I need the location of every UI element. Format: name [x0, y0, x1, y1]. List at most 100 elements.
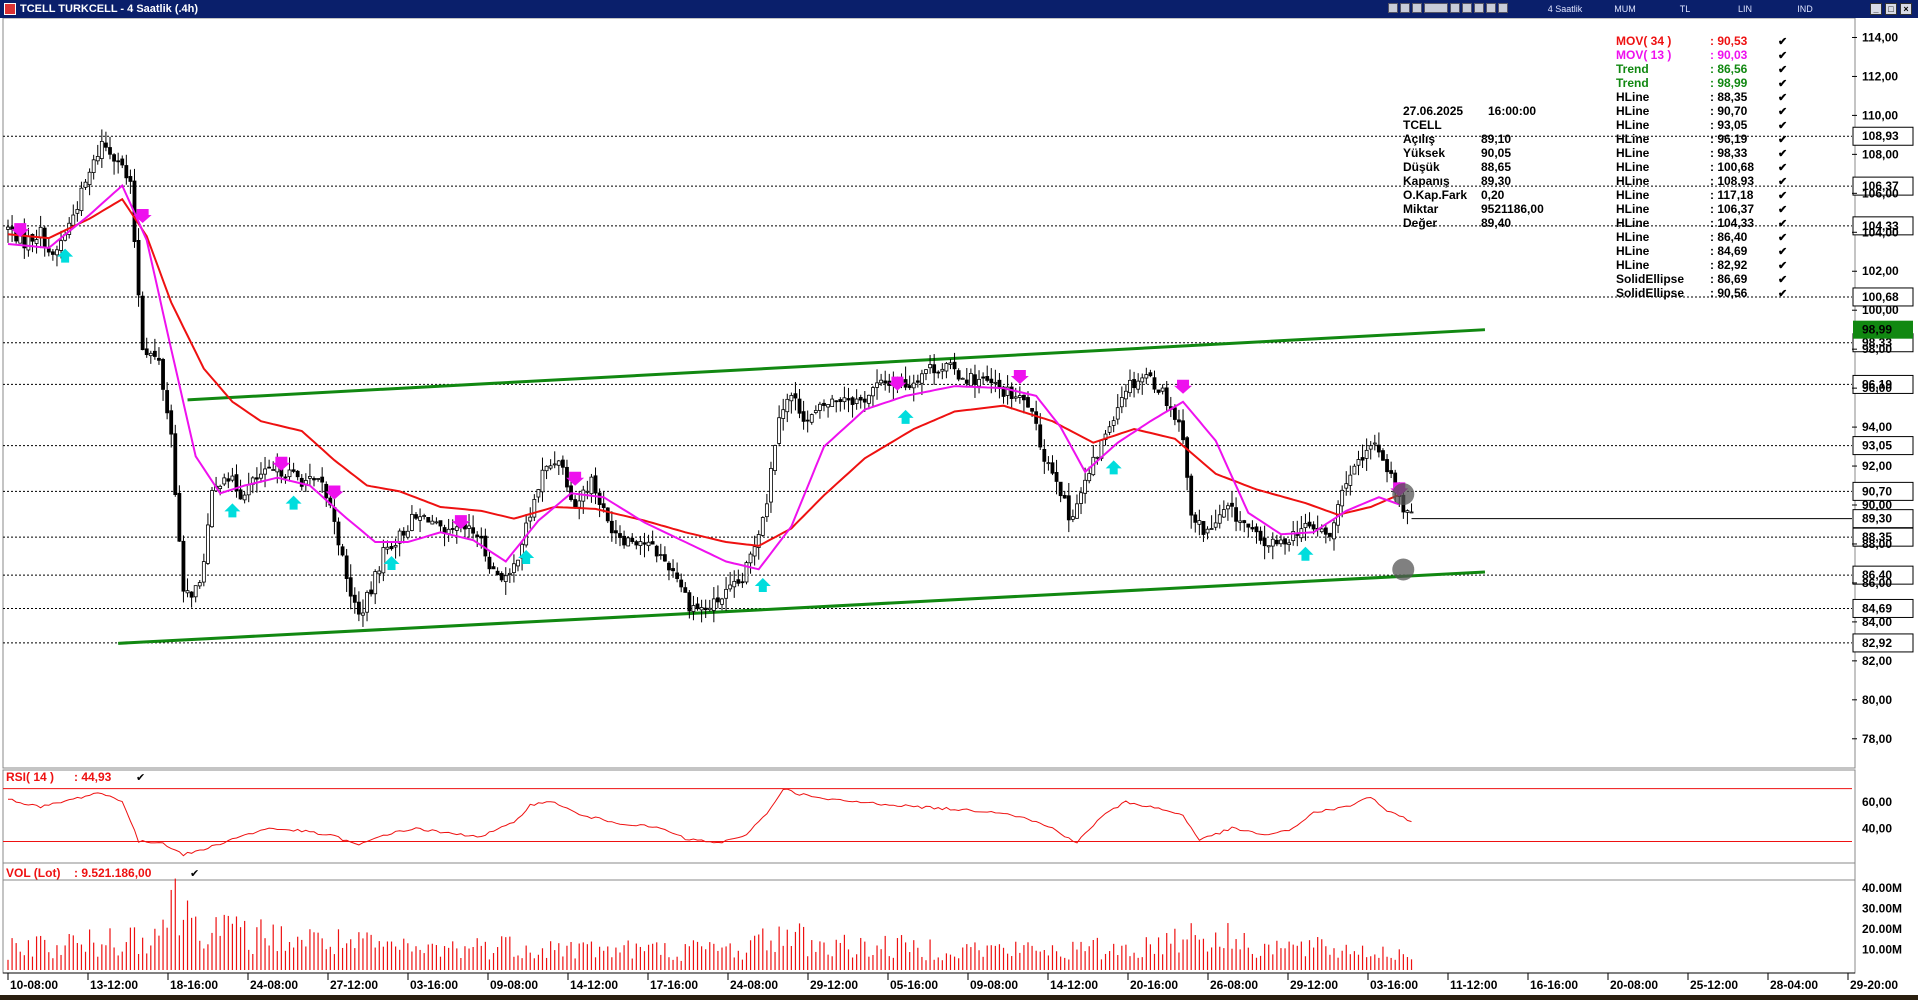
candle-body: [928, 364, 932, 369]
candle-body: [703, 607, 708, 611]
time-tick-label: 24-08:00: [250, 978, 298, 992]
legend-check-icon: ✔: [1778, 176, 1787, 188]
candle-body: [491, 566, 496, 570]
candle-body: [560, 459, 565, 468]
toolbar-button-icon[interactable]: [1388, 3, 1398, 13]
candle-body: [528, 516, 533, 522]
maximize-icon[interactable]: □: [1885, 3, 1897, 15]
candle-body: [238, 489, 243, 500]
toolbar-button-icon[interactable]: [1412, 3, 1422, 13]
candle-body: [1172, 407, 1177, 420]
legend-label: HLine: [1616, 90, 1650, 104]
period-selector[interactable]: 4 Saatlik: [1535, 0, 1595, 18]
toolbar-button-icon[interactable]: [1462, 3, 1472, 13]
candle-body: [977, 378, 981, 387]
minimize-icon[interactable]: _: [1870, 3, 1882, 15]
rsi-check-icon[interactable]: ✔: [136, 772, 145, 784]
price-tick-label: 84,00: [1862, 615, 1892, 629]
candle-body: [813, 410, 818, 413]
candle-body: [1230, 502, 1234, 507]
candle-body: [679, 579, 684, 588]
toolbar-button-icon[interactable]: [1486, 3, 1496, 13]
candle-body: [1246, 523, 1251, 528]
candle-body: [181, 540, 186, 592]
volume-value: : 9.521.186,00: [74, 866, 152, 880]
candle-body: [1197, 520, 1202, 525]
candle-body: [189, 591, 194, 598]
legend-label: HLine: [1616, 146, 1650, 160]
candle-body: [1221, 509, 1226, 518]
legend-label: HLine: [1616, 132, 1650, 146]
candle-body: [487, 556, 492, 570]
legend-value: : 100,68: [1710, 160, 1754, 174]
candle-body: [544, 465, 549, 472]
candle-body: [609, 520, 614, 534]
candle-body: [1364, 449, 1369, 459]
chart-type-selector[interactable]: MUM: [1595, 0, 1655, 18]
toolbar-button-icon[interactable]: [1400, 3, 1410, 13]
time-tick-label: 24-08:00: [730, 978, 778, 992]
legend-label: HLine: [1616, 174, 1650, 188]
volume-tick-label: 10.00M: [1862, 943, 1902, 957]
toolbar-button-icon[interactable]: [1450, 3, 1460, 13]
toolbar-button-icon[interactable]: [1498, 3, 1508, 13]
time-tick-label: 17-16:00: [650, 978, 698, 992]
hline-label: 84,69: [1862, 601, 1892, 615]
candle-body: [915, 380, 920, 383]
indicator-selector[interactable]: IND: [1775, 0, 1835, 18]
candle-body: [369, 589, 374, 595]
candle-body: [83, 181, 88, 188]
info-value-value: 89,40: [1481, 216, 1511, 230]
time-tick-label: 18-16:00: [170, 978, 218, 992]
candle-body: [438, 520, 443, 527]
symbol-field[interactable]: [1424, 3, 1448, 13]
candle-body: [842, 397, 847, 403]
candle-body: [997, 379, 1002, 388]
currency-selector[interactable]: TL: [1655, 0, 1715, 18]
candle-body: [1205, 528, 1210, 534]
candle-body: [1132, 379, 1136, 389]
scale-selector[interactable]: LIN: [1715, 0, 1775, 18]
candle-body: [1323, 527, 1328, 535]
legend-check-icon: ✔: [1778, 78, 1787, 90]
candle-body: [736, 579, 741, 584]
price-tick-label: 78,00: [1862, 732, 1892, 746]
candle-body: [989, 378, 994, 384]
legend-value: : 90,56: [1710, 286, 1748, 300]
hline-label: 108,93: [1862, 129, 1899, 143]
candle-body: [556, 460, 561, 466]
volume-check-icon[interactable]: ✔: [190, 868, 199, 880]
candle-body: [165, 390, 170, 414]
chart-canvas[interactable]: 108,93106,37104,33100,6898,3396,1993,059…: [0, 18, 1918, 995]
candle-body: [671, 568, 675, 572]
candle-body: [340, 546, 345, 556]
candle-body: [226, 478, 231, 482]
candle-body: [573, 499, 578, 508]
candle-body: [711, 598, 716, 611]
candle-body: [112, 154, 116, 162]
candle-body: [1009, 386, 1014, 399]
close-icon[interactable]: ×: [1900, 3, 1912, 15]
candle-body: [10, 226, 14, 230]
time-tick-label: 29-12:00: [1290, 978, 1338, 992]
legend-value: : 98,33: [1710, 146, 1748, 160]
info-label-change: O.Kap.Fark: [1403, 188, 1467, 202]
price-tick-label: 96,00: [1862, 381, 1892, 395]
volume-tick-label: 20.00M: [1862, 922, 1902, 936]
candle-body: [344, 555, 349, 579]
candle-body: [356, 601, 361, 615]
candle-body: [1279, 539, 1283, 545]
candle-body: [879, 379, 884, 384]
candle-body: [801, 411, 806, 422]
candle-body: [259, 473, 263, 479]
candle-body: [230, 475, 235, 481]
candle-body: [1328, 532, 1332, 537]
candle-body: [1022, 394, 1026, 401]
candle-body: [728, 584, 733, 590]
candle-body: [26, 235, 31, 251]
candle-body: [854, 398, 859, 404]
candle-body: [1283, 538, 1287, 545]
hline-label: 82,92: [1862, 636, 1892, 650]
toolbar-button-icon[interactable]: [1474, 3, 1484, 13]
legend-value: : 90,53: [1710, 34, 1748, 48]
